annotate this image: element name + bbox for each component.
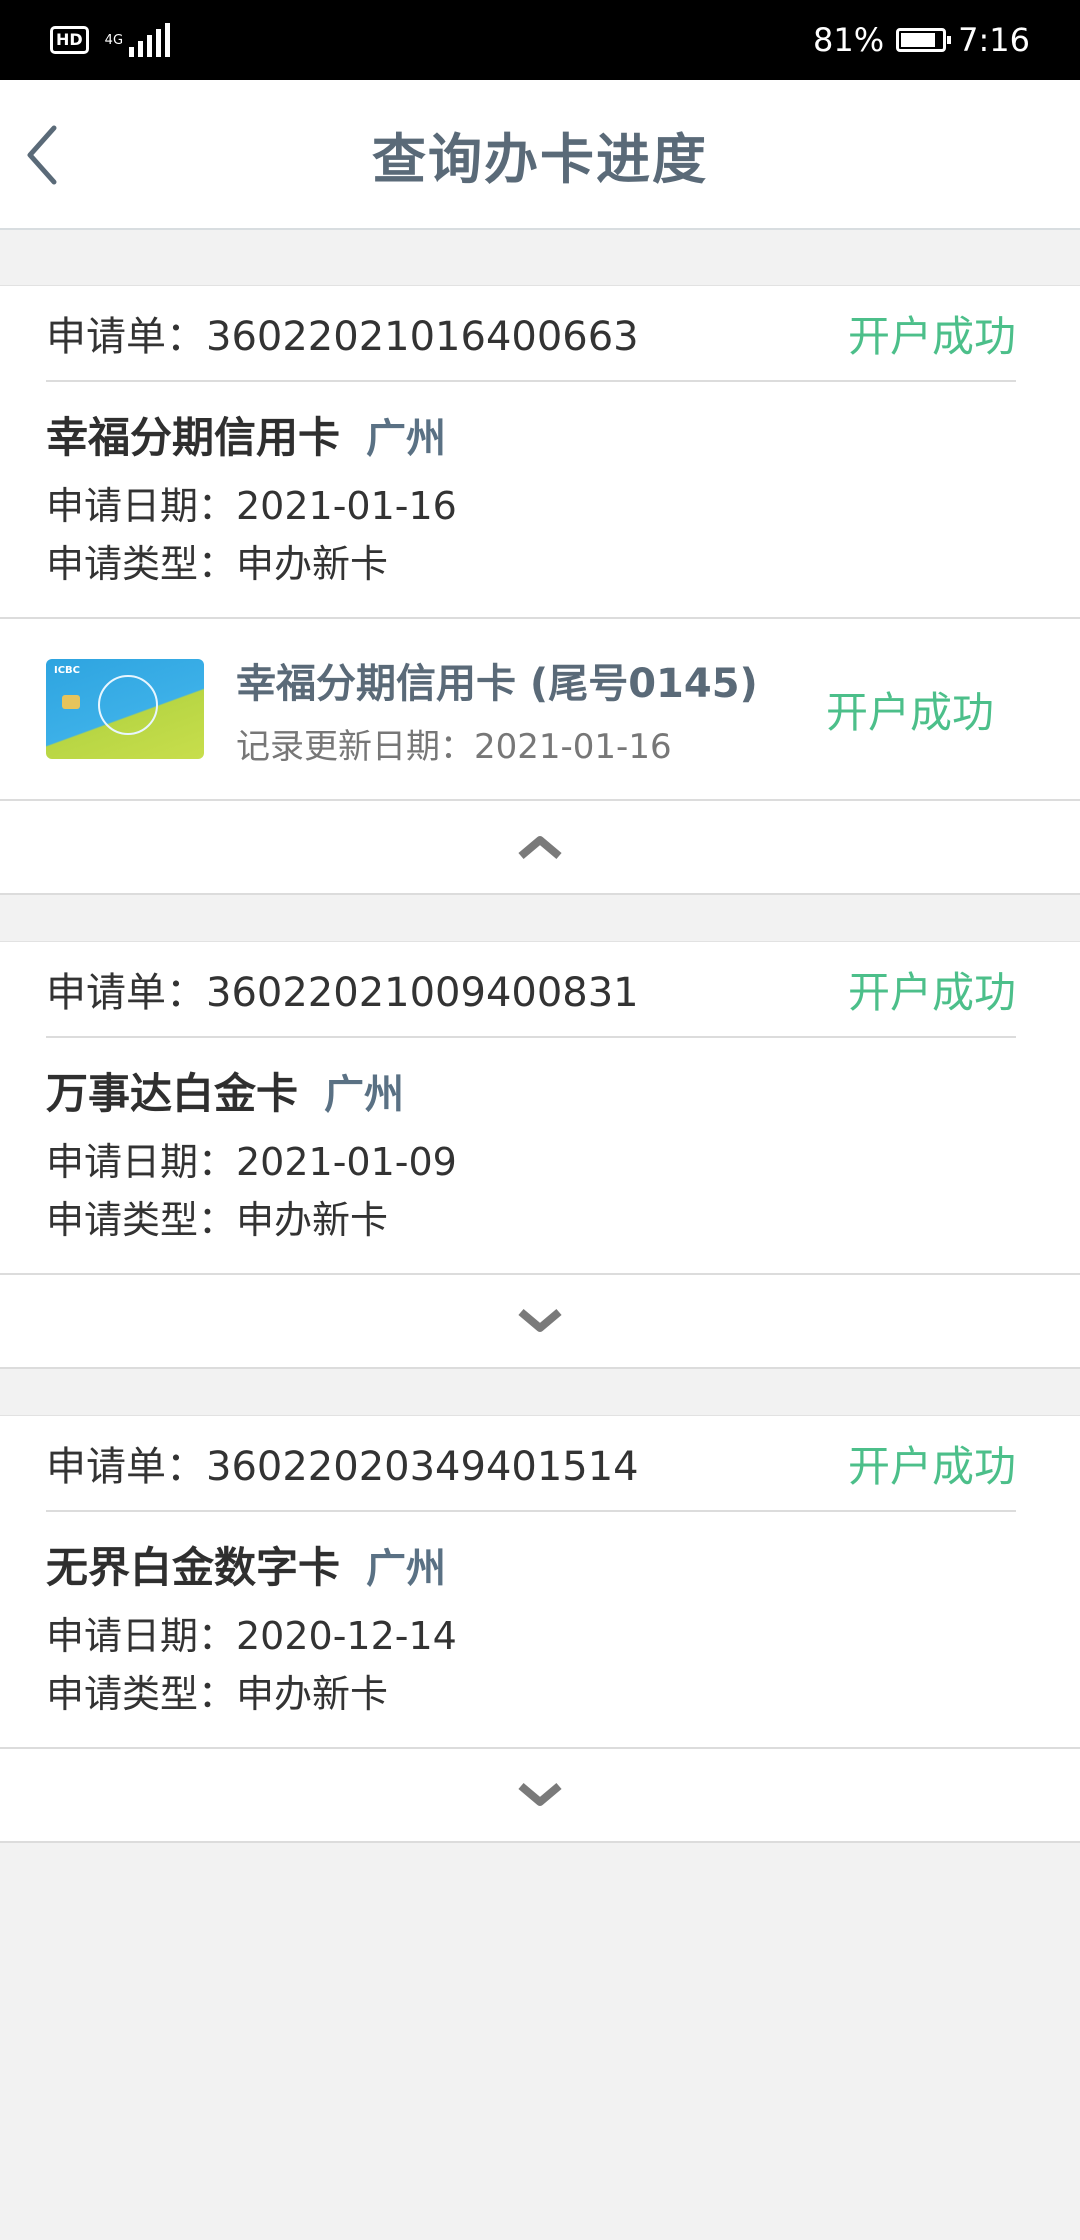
application-date: 申请日期：2021-01-16 (46, 484, 457, 528)
status-badge: 开户成功 (847, 967, 1016, 1017)
page-title: 查询办卡进度 (372, 127, 708, 191)
card-title-row: 万事达白金卡 广州 (46, 1060, 1034, 1121)
hd-icon: HD (50, 26, 89, 54)
application-number: 申请单：36022021016400663 (46, 314, 639, 360)
nav-bar: 查询办卡进度 (0, 80, 1080, 230)
bank-logo-icon: ICBC (54, 665, 81, 676)
application-number: 申请单：36022021009400831 (46, 970, 639, 1016)
expand-button[interactable] (0, 1747, 1080, 1843)
card-title-row: 幸福分期信用卡 广州 (46, 404, 1034, 465)
city: 广州 (324, 1072, 405, 1118)
status-right: 81% 7:16 (813, 21, 1030, 59)
status-badge: 开户成功 (847, 1441, 1016, 1491)
city: 广州 (366, 1546, 447, 1592)
clock: 7:16 (958, 21, 1030, 59)
card-status: 开户成功 (825, 687, 994, 737)
chip-icon (62, 695, 80, 709)
chevron-down-icon (518, 1782, 562, 1806)
signal-icon: 4G (104, 23, 171, 57)
application-card: 申请单：36022021016400663 开户成功 幸福分期信用卡 广州 申请… (0, 285, 1080, 895)
record-update-date: 记录更新日期：2021-01-16 (236, 726, 672, 767)
application-date: 申请日期：2020-12-14 (46, 1614, 457, 1658)
battery-icon (896, 28, 952, 52)
application-type: 申请类型：申办新卡 (46, 542, 389, 586)
credit-card-image: ICBC (46, 659, 204, 759)
application-info: 幸福分期信用卡 广州 申请日期：2021-01-16 申请类型：申办新卡 (0, 382, 1080, 617)
card-name: 幸福分期信用卡 (46, 413, 341, 462)
status-left: HD 4G (50, 23, 171, 57)
collapse-button[interactable] (0, 799, 1080, 895)
chevron-down-icon (518, 1308, 562, 1332)
application-info: 无界白金数字卡 广州 申请日期：2020-12-14 申请类型：申办新卡 (0, 1512, 1080, 1747)
status-bar: HD 4G 81% 7:16 (0, 0, 1080, 80)
status-badge: 开户成功 (847, 311, 1016, 361)
application-header: 申请单：36022021016400663 开户成功 (46, 286, 1016, 382)
card-detail-title: 幸福分期信用卡 (尾号0145) (236, 660, 758, 707)
chevron-up-icon (518, 836, 562, 860)
card-detail-row[interactable]: ICBC 幸福分期信用卡 (尾号0145) 记录更新日期：2021-01-16 … (0, 619, 1080, 799)
application-header: 申请单：36022020349401514 开户成功 (46, 1416, 1016, 1512)
card-name: 无界白金数字卡 (46, 1543, 341, 1592)
card-detail-text: 幸福分期信用卡 (尾号0145) 记录更新日期：2021-01-16 (236, 651, 826, 768)
application-header: 申请单：36022021009400831 开户成功 (46, 942, 1016, 1038)
battery-percent: 81% (813, 21, 885, 59)
card-title-row: 无界白金数字卡 广州 (46, 1534, 1034, 1595)
card-name: 万事达白金卡 (46, 1069, 299, 1118)
back-button[interactable] (20, 120, 80, 190)
application-card: 申请单：36022021009400831 开户成功 万事达白金卡 广州 申请日… (0, 941, 1080, 1369)
application-number: 申请单：36022020349401514 (46, 1444, 639, 1490)
network-type: 4G (104, 32, 124, 48)
city: 广州 (366, 416, 447, 462)
expand-button[interactable] (0, 1273, 1080, 1369)
application-type: 申请类型：申办新卡 (46, 1198, 389, 1242)
application-date: 申请日期：2021-01-09 (46, 1140, 457, 1184)
application-type: 申请类型：申办新卡 (46, 1672, 389, 1716)
card-emblem-icon (98, 675, 158, 735)
application-info: 万事达白金卡 广州 申请日期：2021-01-09 申请类型：申办新卡 (0, 1038, 1080, 1273)
chevron-left-icon (27, 125, 57, 185)
application-card: 申请单：36022020349401514 开户成功 无界白金数字卡 广州 申请… (0, 1415, 1080, 1843)
